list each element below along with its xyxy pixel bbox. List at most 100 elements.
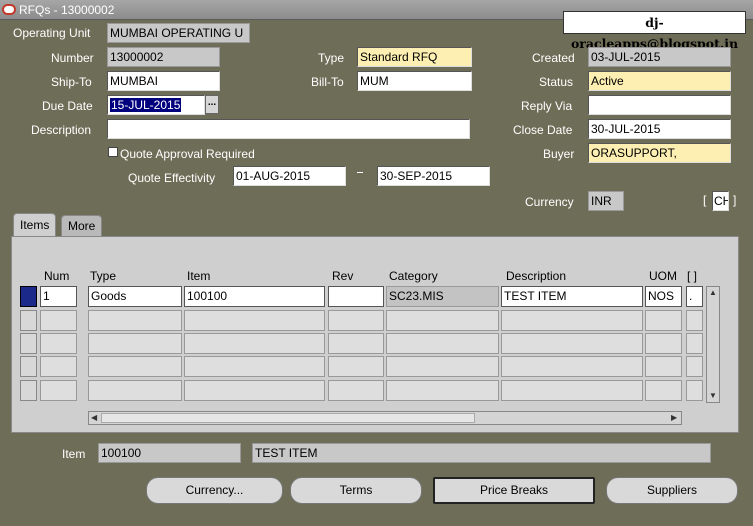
due-date-field[interactable]: 15-JUL-2015 [107, 95, 205, 115]
empty-cell[interactable] [686, 380, 703, 401]
price-breaks-button[interactable]: Price Breaks [433, 477, 595, 504]
cell-item[interactable]: 100100 [184, 286, 325, 307]
ship-to-label: Ship-To [51, 75, 92, 89]
tab-more[interactable]: More [61, 215, 103, 237]
empty-cell[interactable] [184, 380, 325, 401]
close-date-label: Close Date [513, 123, 573, 137]
status-label: Status [539, 75, 574, 89]
footer-item-description-field[interactable]: TEST ITEM [252, 443, 711, 463]
scroll-right-icon[interactable]: ▶ [671, 412, 677, 424]
cell-type[interactable]: Goods [88, 286, 182, 307]
buyer-field[interactable]: ORASUPPORT, [588, 143, 731, 163]
currency-button[interactable]: Currency... [146, 477, 283, 504]
effectivity-from-field[interactable]: 01-AUG-2015 [233, 166, 346, 186]
empty-cell[interactable] [88, 333, 182, 354]
empty-cell[interactable] [184, 356, 325, 377]
row-indicator[interactable] [20, 310, 37, 331]
empty-cell[interactable] [386, 333, 499, 354]
empty-cell[interactable] [501, 333, 643, 354]
reply-via-label: Reply Via [521, 99, 573, 113]
due-date-value: 15-JUL-2015 [110, 98, 182, 112]
scroll-up-icon[interactable]: ▲ [709, 287, 717, 299]
empty-cell[interactable] [184, 310, 325, 331]
created-label: Created [532, 51, 575, 65]
quote-approval-checkbox[interactable] [108, 147, 118, 157]
suppliers-button[interactable]: Suppliers [606, 477, 738, 504]
currency-extra-field[interactable]: CH [712, 191, 729, 211]
currency-field[interactable]: INR [588, 191, 624, 211]
type-field[interactable]: Standard RFQ [357, 47, 472, 67]
footer-item-field[interactable]: 100100 [98, 443, 241, 463]
empty-cell[interactable] [645, 310, 682, 331]
quote-approval-label: Quote Approval Required [120, 147, 255, 161]
empty-cell[interactable] [88, 380, 182, 401]
cell-num[interactable]: 1 [40, 286, 77, 307]
empty-cell[interactable] [686, 310, 703, 331]
empty-cell[interactable] [501, 356, 643, 377]
empty-cell[interactable] [386, 380, 499, 401]
vertical-scrollbar[interactable]: ▲ ▼ [706, 286, 720, 403]
tab-items[interactable]: Items [13, 213, 57, 237]
cell-extra[interactable]: . [686, 286, 703, 307]
empty-cell[interactable] [328, 356, 384, 377]
type-label: Type [318, 51, 345, 65]
operating-unit-label: Operating Unit [13, 26, 91, 40]
scroll-left-icon[interactable]: ◀ [91, 412, 97, 424]
bill-to-field[interactable]: MUM [357, 71, 472, 91]
row-indicator[interactable] [20, 356, 37, 377]
empty-cell[interactable] [40, 333, 77, 354]
effectivity-to-field[interactable]: 30-SEP-2015 [377, 166, 490, 186]
horizontal-scrollbar[interactable]: ◀ ▶ [88, 411, 682, 425]
cell-description[interactable]: TEST ITEM [501, 286, 643, 307]
cell-category[interactable]: SC23.MIS [386, 286, 499, 307]
bracket-open: [ [703, 193, 707, 207]
empty-cell[interactable] [328, 333, 384, 354]
operating-unit-field[interactable]: MUMBAI OPERATING U [107, 23, 250, 43]
empty-cell[interactable] [645, 380, 682, 401]
scroll-down-icon[interactable]: ▼ [709, 390, 717, 402]
reply-via-field[interactable] [588, 95, 731, 115]
oracle-logo-icon [2, 4, 16, 15]
status-field[interactable]: Active [588, 71, 731, 91]
empty-cell[interactable] [184, 333, 325, 354]
col-category: Category [389, 269, 438, 283]
empty-cell[interactable] [40, 310, 77, 331]
description-field[interactable] [107, 119, 470, 139]
empty-cell[interactable] [645, 356, 682, 377]
ship-to-field[interactable]: MUMBAI [107, 71, 220, 91]
col-num: Num [44, 269, 70, 283]
created-field[interactable]: 03-JUL-2015 [588, 47, 731, 67]
footer-item-label: Item [62, 447, 86, 461]
empty-cell[interactable] [328, 380, 384, 401]
close-date-field[interactable]: 30-JUL-2015 [588, 119, 731, 139]
horizontal-scroll-thumb[interactable] [101, 413, 475, 423]
empty-cell[interactable] [40, 356, 77, 377]
empty-cell[interactable] [686, 333, 703, 354]
empty-cell[interactable] [645, 333, 682, 354]
empty-cell[interactable] [40, 380, 77, 401]
empty-cell[interactable] [88, 310, 182, 331]
empty-cell[interactable] [328, 310, 384, 331]
col-uom: UOM [649, 269, 677, 283]
empty-cell[interactable] [501, 380, 643, 401]
empty-cell[interactable] [386, 356, 499, 377]
watermark: dj-oracleapps@blogspot.in [563, 11, 746, 51]
terms-button[interactable]: Terms [290, 477, 422, 504]
currency-label: Currency [525, 195, 574, 209]
row-indicator-current[interactable] [20, 286, 37, 307]
col-item: Item [187, 269, 211, 283]
empty-cell[interactable] [501, 310, 643, 331]
col-description: Description [506, 269, 567, 283]
due-date-label: Due Date [42, 99, 93, 113]
cell-uom[interactable]: NOS [645, 286, 682, 307]
col-type: Type [90, 269, 117, 283]
number-field[interactable]: 13000002 [107, 47, 220, 67]
cell-rev[interactable] [328, 286, 384, 307]
effectivity-dash [357, 172, 363, 173]
due-date-lov-button[interactable]: ... [205, 95, 219, 114]
empty-cell[interactable] [88, 356, 182, 377]
empty-cell[interactable] [686, 356, 703, 377]
row-indicator[interactable] [20, 380, 37, 401]
row-indicator[interactable] [20, 333, 37, 354]
empty-cell[interactable] [386, 310, 499, 331]
